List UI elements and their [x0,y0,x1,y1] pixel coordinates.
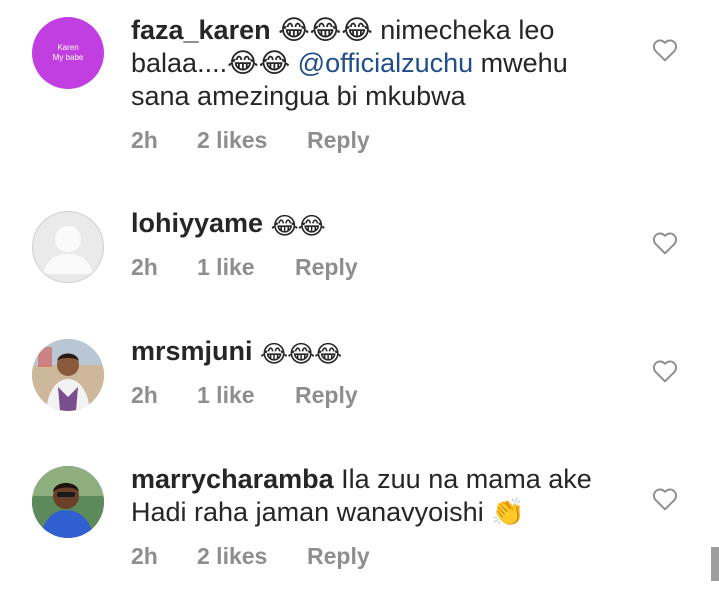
avatar[interactable] [32,466,104,538]
comment-text: 😂😂😂 [260,341,342,368]
scrollbar[interactable] [711,547,719,581]
comment-username[interactable]: mrsmjuni [131,336,253,366]
avatar-caption: Karen [57,43,79,52]
reply-button[interactable]: Reply [307,127,370,154]
avatar-photo [32,339,104,411]
likes-count[interactable]: 2 likes [197,127,267,154]
avatar[interactable]: Karen My babe [32,17,104,89]
heart-icon[interactable] [652,231,678,255]
comment-time: 2h [131,543,158,569]
comment-username[interactable]: lohiyyame [131,208,263,238]
avatar-image: Karen My babe [32,17,104,89]
comment-time: 2h [131,127,158,153]
likes-count[interactable]: 2 likes [197,543,267,570]
likes-count[interactable]: 1 like [197,382,255,409]
default-avatar-icon [43,226,93,274]
avatar[interactable] [32,339,104,411]
likes-count[interactable]: 1 like [197,254,255,281]
comment-body: mrsmjuni 😂😂😂 [131,335,601,371]
comment-body: lohiyyame 😂😂 [131,207,601,243]
heart-icon[interactable] [652,487,678,511]
avatar[interactable] [32,211,104,283]
comment-username[interactable]: marrycharamba [131,464,334,494]
comment-body: marrycharamba Ila zuu na mama ake Hadi r… [131,463,601,529]
reply-button[interactable]: Reply [295,254,358,281]
comment-time: 2h [131,382,158,408]
heart-icon[interactable] [652,359,678,383]
mention-link[interactable]: @officialzuchu [298,48,474,78]
heart-icon[interactable] [652,38,678,62]
comment-time: 2h [131,254,158,280]
comment-body: faza_karen 😂😂😂 nimecheka leo balaa....😂😂… [131,14,601,113]
reply-button[interactable]: Reply [307,543,370,570]
reply-button[interactable]: Reply [295,382,358,409]
avatar-photo [32,466,104,538]
comment-username[interactable]: faza_karen [131,15,271,45]
comment-text: 😂😂 [270,213,326,240]
avatar-caption: My babe [52,53,84,62]
